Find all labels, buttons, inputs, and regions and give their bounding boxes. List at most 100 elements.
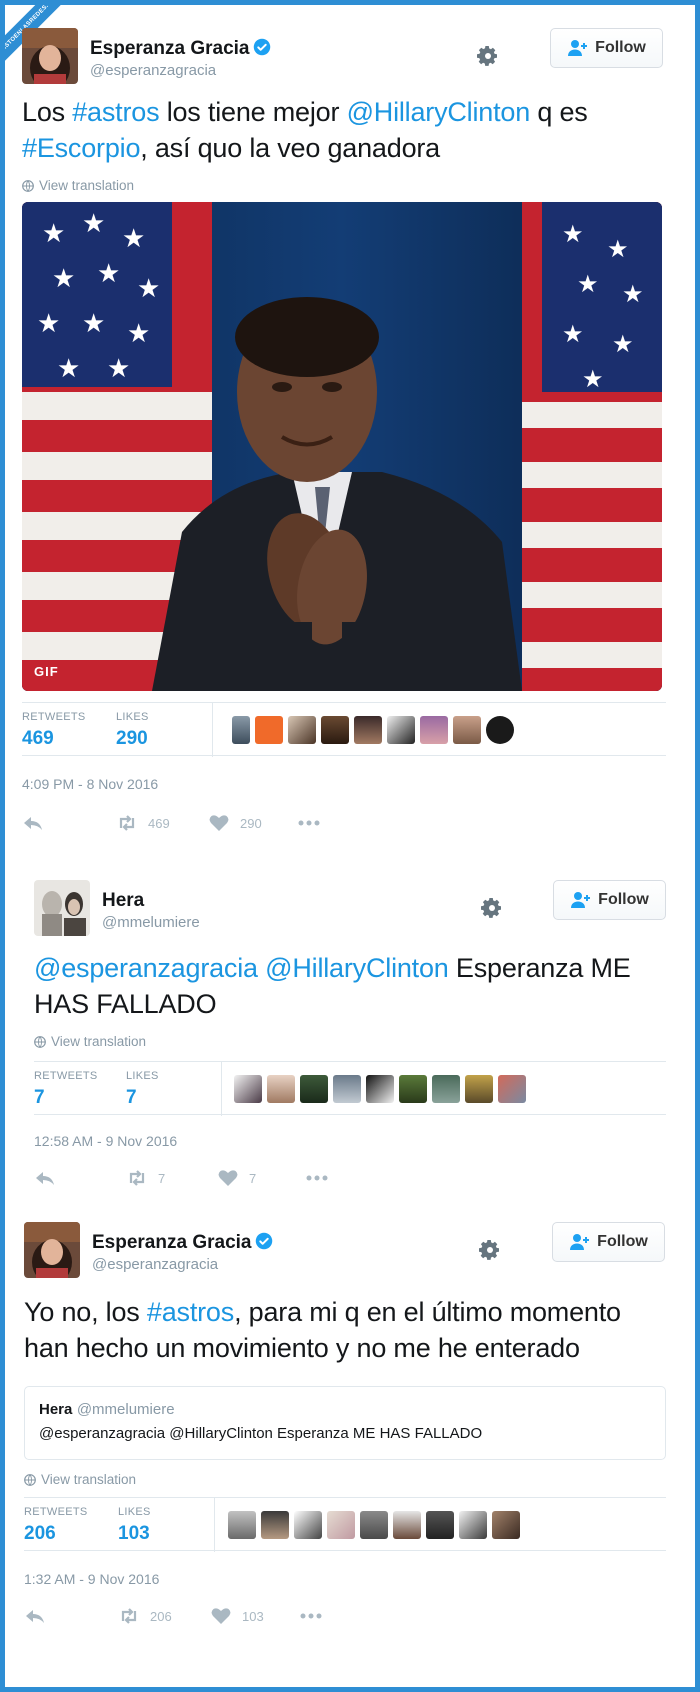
display-name[interactable]: Esperanza Gracia	[90, 38, 271, 60]
retweet-button[interactable]: 7	[126, 1169, 165, 1187]
liker-avatar[interactable]	[228, 1511, 256, 1539]
liker-avatar[interactable]	[255, 716, 283, 744]
retweets-count: 7	[34, 1087, 45, 1108]
view-translation-link[interactable]: View translation	[24, 1472, 666, 1487]
like-button[interactable]: 7	[217, 1169, 256, 1187]
tweet-2: Hera @mmelumiere Follow @esperanzagracia…	[34, 880, 666, 1193]
display-name[interactable]: Esperanza Gracia	[92, 1232, 273, 1254]
liker-avatar[interactable]	[420, 716, 448, 744]
hashtag-link[interactable]: #astros	[72, 97, 159, 127]
quoted-tweet[interactable]: Hera @mmelumiere @esperanzagracia @Hilla…	[24, 1386, 666, 1460]
hashtag-link[interactable]: #astros	[147, 1297, 234, 1327]
liker-avatars	[234, 1075, 526, 1103]
follow-button[interactable]: Follow	[552, 1222, 665, 1262]
like-button[interactable]: 103	[210, 1607, 264, 1625]
liker-avatar[interactable]	[327, 1511, 355, 1539]
reply-button[interactable]	[24, 1607, 46, 1625]
liker-avatar[interactable]	[498, 1075, 526, 1103]
liker-avatar[interactable]	[234, 1075, 262, 1103]
tweet-timestamp[interactable]: 4:09 PM - 8 Nov 2016	[22, 776, 666, 792]
retweets-stat[interactable]: RETWEETS 7	[34, 1070, 98, 1109]
liker-avatar[interactable]	[354, 716, 382, 744]
add-user-icon	[571, 892, 591, 908]
more-button[interactable]	[298, 814, 320, 832]
user-handle[interactable]: @mmelumiere	[102, 914, 200, 931]
reply-icon	[24, 817, 42, 830]
like-button[interactable]: 290	[208, 814, 262, 832]
liker-avatar[interactable]	[453, 716, 481, 744]
more-button[interactable]	[300, 1607, 322, 1625]
retweet-button[interactable]: 206	[118, 1607, 172, 1625]
more-button[interactable]	[306, 1169, 328, 1187]
tweet-header: Esperanza Gracia @esperanzagracia Follow	[24, 1222, 666, 1282]
liker-avatar[interactable]	[465, 1075, 493, 1103]
mention-link[interactable]: @HillaryClinton	[265, 953, 449, 983]
view-translation-label: View translation	[41, 1472, 137, 1487]
liker-avatar[interactable]	[492, 1511, 520, 1539]
liker-avatar[interactable]	[393, 1511, 421, 1539]
display-name[interactable]: Hera	[102, 890, 144, 912]
user-handle[interactable]: @esperanzagracia	[92, 1256, 218, 1273]
avatar[interactable]	[22, 28, 78, 84]
likes-stat[interactable]: LIKES 290	[116, 711, 149, 750]
retweets-stat[interactable]: RETWEETS 469	[22, 711, 86, 750]
liker-avatar[interactable]	[232, 716, 250, 744]
retweets-label: RETWEETS	[34, 1070, 98, 1082]
view-translation-link[interactable]: View translation	[22, 178, 666, 193]
liker-avatar[interactable]	[486, 716, 514, 744]
liker-avatar[interactable]	[261, 1511, 289, 1539]
liker-avatar[interactable]	[321, 716, 349, 744]
text-part: Los	[22, 97, 73, 127]
avatar[interactable]	[24, 1222, 80, 1278]
gif-media[interactable]: ★ ★ ★ ★ ★ ★ ★ ★ ★ ★ ★ ★ ★ ★ ★ ★ ★ ★ GIF	[22, 202, 662, 691]
svg-text:★: ★	[82, 309, 105, 339]
mention-link[interactable]: @HillaryClinton	[347, 97, 531, 127]
liker-avatar[interactable]	[333, 1075, 361, 1103]
tweet-1: Esperanza Gracia @esperanzagracia Follow…	[22, 28, 666, 838]
svg-text:★: ★	[97, 259, 120, 289]
follow-button[interactable]: Follow	[550, 28, 663, 68]
reply-icon	[26, 1610, 44, 1623]
liker-avatar[interactable]	[459, 1511, 487, 1539]
tweet-timestamp[interactable]: 12:58 AM - 9 Nov 2016	[34, 1133, 666, 1149]
text-part: los tiene mejor	[159, 97, 347, 127]
likes-stat[interactable]: LIKES 103	[118, 1506, 151, 1545]
liker-avatar[interactable]	[366, 1075, 394, 1103]
more-dots-icon	[300, 1613, 322, 1619]
tweet-actions: 7 7	[34, 1169, 666, 1193]
liker-avatar[interactable]	[288, 716, 316, 744]
retweet-button[interactable]: 469	[116, 814, 170, 832]
retweets-label: RETWEETS	[22, 711, 86, 723]
gear-icon[interactable]	[480, 896, 504, 920]
retweet-icon	[119, 815, 135, 831]
liker-avatar[interactable]	[294, 1511, 322, 1539]
liker-avatar[interactable]	[399, 1075, 427, 1103]
tweet-3: Esperanza Gracia @esperanzagracia Follow…	[24, 1222, 666, 1631]
reply-button[interactable]	[34, 1169, 56, 1187]
user-handle[interactable]: @esperanzagracia	[90, 62, 216, 79]
quoted-handle: @mmelumiere	[76, 1401, 175, 1418]
text-part: q es	[530, 97, 588, 127]
liker-avatar[interactable]	[387, 716, 415, 744]
liker-avatar[interactable]	[360, 1511, 388, 1539]
liker-avatar[interactable]	[300, 1075, 328, 1103]
likes-stat[interactable]: LIKES 7	[126, 1070, 159, 1109]
liker-avatar[interactable]	[432, 1075, 460, 1103]
liker-avatar[interactable]	[426, 1511, 454, 1539]
retweets-stat[interactable]: RETWEETS 206	[24, 1506, 88, 1545]
view-translation-link[interactable]: View translation	[34, 1034, 666, 1049]
liker-avatar[interactable]	[267, 1075, 295, 1103]
retweets-count: 469	[22, 728, 54, 749]
like-count: 7	[249, 1170, 257, 1186]
follow-button[interactable]: Follow	[553, 880, 666, 920]
reply-button[interactable]	[22, 814, 44, 832]
mention-link[interactable]: @esperanzagracia	[34, 953, 258, 983]
hashtag-link[interactable]: #Escorpio	[22, 133, 140, 163]
gear-icon[interactable]	[478, 1238, 502, 1262]
avatar[interactable]	[34, 880, 90, 936]
gear-icon[interactable]	[476, 44, 500, 68]
svg-text:★: ★	[622, 280, 644, 308]
like-count: 103	[242, 1608, 264, 1624]
tweet-timestamp[interactable]: 1:32 AM - 9 Nov 2016	[24, 1571, 666, 1587]
reply-icon	[36, 1172, 54, 1185]
